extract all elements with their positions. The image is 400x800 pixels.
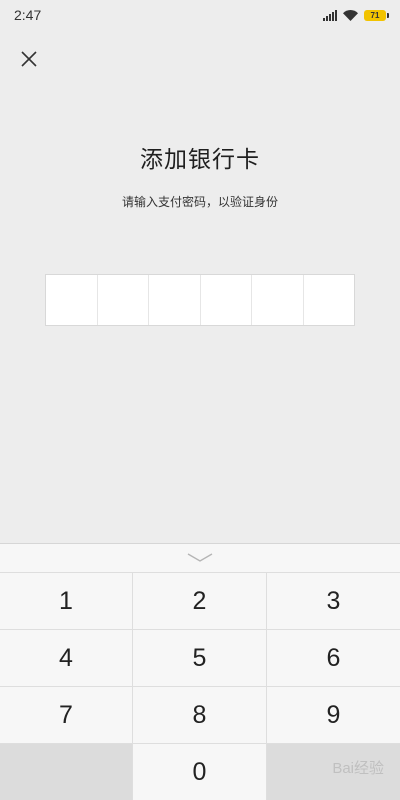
close-button[interactable]: [16, 46, 42, 72]
password-digit-box: [46, 275, 98, 325]
key-9[interactable]: 9: [267, 687, 400, 744]
page-subtitle: 请输入支付密码，以验证身份: [121, 195, 278, 209]
keypad-collapse-button[interactable]: [0, 544, 400, 573]
chevron-down-icon: [187, 553, 213, 562]
watermark: Bai经验: [332, 760, 384, 777]
key-8[interactable]: 8: [133, 687, 267, 744]
key-4[interactable]: 4: [0, 630, 133, 687]
key-6[interactable]: 6: [267, 630, 400, 687]
key-2[interactable]: 2: [133, 573, 267, 630]
battery-icon: 71: [364, 9, 389, 21]
signal-icon: [323, 9, 337, 21]
password-digit-box: [252, 275, 304, 325]
key-blank-left: [0, 744, 133, 800]
screen: 2:47 71 添加银行卡 请输入支付密码，以验证身份 1 2 3 4 5 6 …: [0, 0, 400, 800]
password-digit-box: [304, 275, 355, 325]
password-digit-box: [98, 275, 149, 325]
password-input[interactable]: [45, 274, 355, 326]
key-0[interactable]: 0: [133, 744, 267, 800]
key-3[interactable]: 3: [267, 573, 400, 630]
key-7[interactable]: 7: [0, 687, 133, 744]
key-5[interactable]: 5: [133, 630, 267, 687]
close-icon: [21, 51, 37, 67]
status-time: 2:47: [14, 7, 42, 23]
status-bar: 2:47 71: [0, 0, 400, 30]
page-title: 添加银行卡: [140, 147, 260, 173]
key-1[interactable]: 1: [0, 573, 133, 630]
status-icons: 71: [323, 9, 389, 21]
password-digit-box: [149, 275, 201, 325]
password-digit-box: [201, 275, 252, 325]
wifi-icon: [343, 9, 358, 21]
